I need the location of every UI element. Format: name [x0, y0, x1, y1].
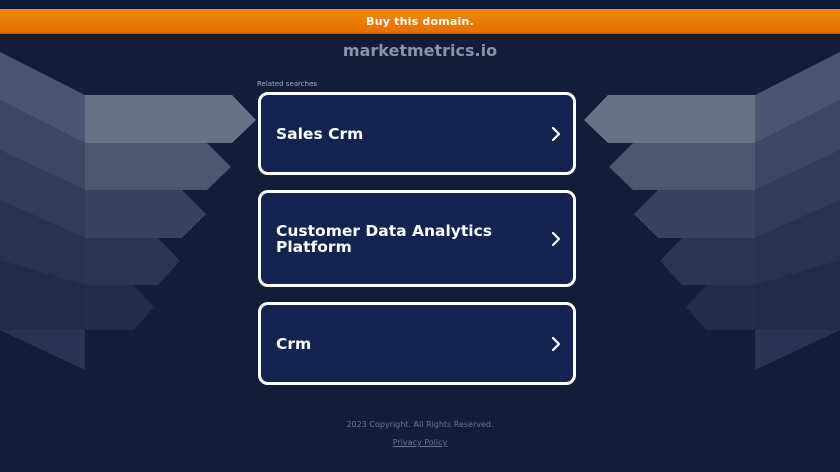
related-search-label: Customer Data Analytics Platform [276, 221, 493, 256]
buy-domain-banner[interactable]: Buy this domain. [0, 9, 840, 34]
copyright-text: 2023 Copyright. All Rights Reserved. [346, 420, 494, 429]
chevron-right-icon [551, 336, 561, 351]
chevron-right-icon [551, 231, 561, 246]
privacy-policy-container: Privacy Policy [0, 438, 840, 447]
chevron-right-icon [551, 126, 561, 141]
related-search-label: Crm [276, 334, 312, 353]
privacy-policy-link[interactable]: Privacy Policy [393, 438, 448, 447]
related-searches-heading: Related searches [257, 80, 318, 88]
related-search-link[interactable]: Sales Crm [258, 92, 576, 175]
related-search-label: Sales Crm [276, 124, 364, 143]
related-search-link[interactable]: Customer Data Analytics Platform [258, 190, 576, 287]
related-search-link[interactable]: Crm [258, 302, 576, 385]
domain-name: marketmetrics.io [342, 41, 498, 60]
